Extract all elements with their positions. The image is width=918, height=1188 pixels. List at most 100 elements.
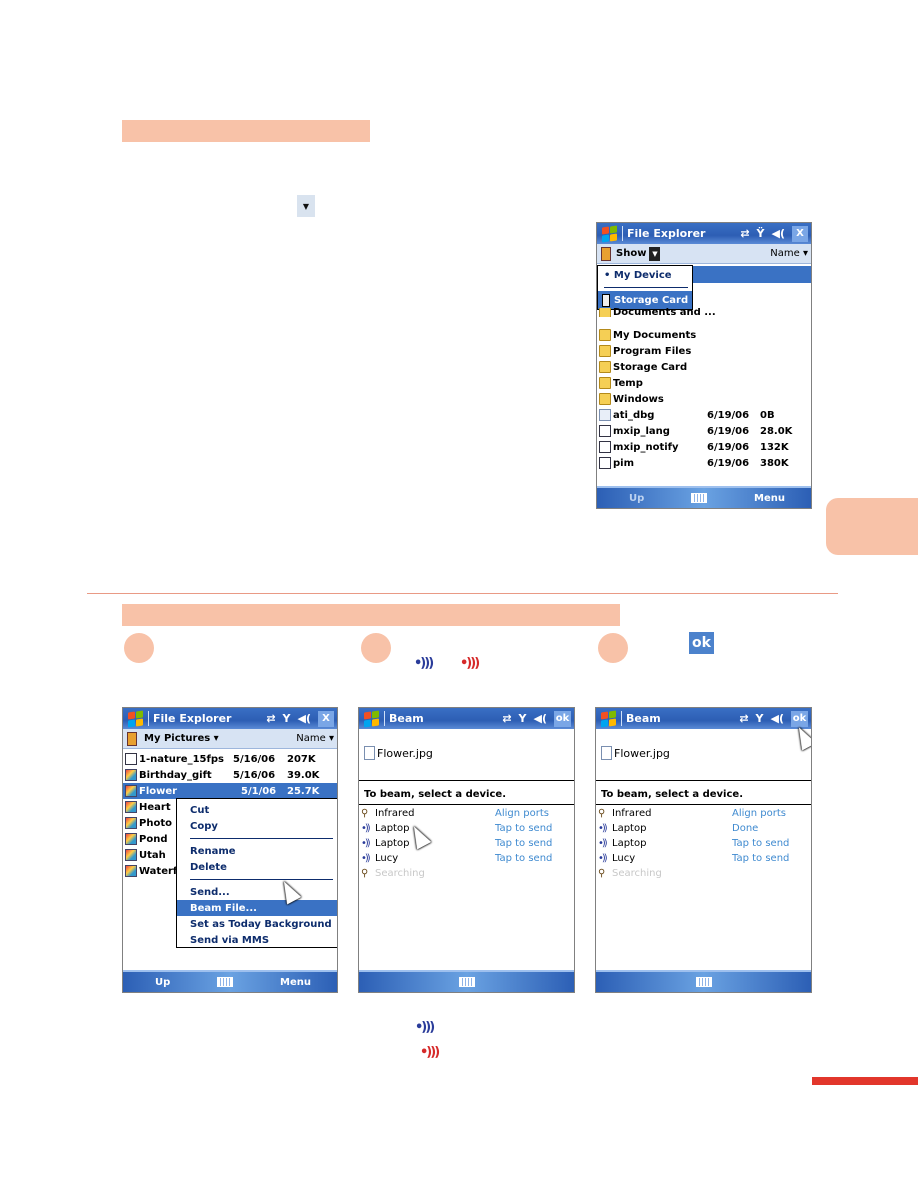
file-list-item[interactable]: Flower 5/1/06 25.7K [123,783,337,799]
volume-icon[interactable]: ◀( [534,712,548,725]
picture-file-icon [125,865,137,877]
title-bar: File Explorer ⇄ Y ◀( X [123,708,337,729]
device-list-item[interactable]: •)) Laptop Tap to send [598,836,811,851]
beam-icon: •)) [361,823,371,834]
file-list-item[interactable]: Birthday_gift 5/16/06 39.0K [123,767,337,783]
media-file-icon [125,753,137,765]
device-list-item[interactable]: ⚲ Infrared Align ports [361,806,574,821]
device-action-link[interactable]: Align ports [495,808,549,819]
keyboard-icon[interactable] [217,977,234,987]
keyboard-icon[interactable] [458,977,475,987]
volume-icon[interactable]: ◀( [771,712,785,725]
device-action-link[interactable]: Done [732,823,758,834]
file-name: ati_dbg [613,409,655,421]
device-list-item[interactable]: •)) Laptop Tap to send [361,836,574,851]
device-action-link[interactable]: Tap to send [732,838,789,849]
menu-item-copy[interactable]: Copy [177,818,337,834]
keyboard-icon[interactable] [691,493,708,503]
windows-start-icon[interactable] [600,225,618,243]
file-list-item[interactable]: Temp [597,375,811,391]
file-name: Utah [139,849,166,861]
windows-start-icon[interactable] [362,710,380,728]
device-name: Infrared [375,808,415,819]
device-list-item[interactable]: •)) Laptop Done [598,821,811,836]
volume-icon[interactable]: ◀( [772,227,786,240]
file-date: 5/16/06 [233,753,276,765]
device-list-item[interactable]: •)) Lucy Tap to send [361,851,574,866]
app-title: File Explorer [627,227,706,240]
beam-red-icon: •))) [460,656,480,671]
sort-dropdown[interactable]: Name ▾ [770,248,808,259]
device-action-link[interactable]: Tap to send [732,853,789,864]
file-list-item[interactable]: mxip_notify 6/19/06 132K [597,439,811,455]
device-list-item[interactable]: •)) Lucy Tap to send [598,851,811,866]
file-name: Temp [613,377,643,389]
up-softkey[interactable]: Up [629,493,644,504]
menu-item-beam-file[interactable]: Beam File... [177,900,337,916]
file-list-item[interactable]: Storage Card [597,359,811,375]
file-list-item[interactable]: ati_dbg 6/19/06 0B [597,407,811,423]
search-icon: ⚲ [598,868,605,879]
close-button[interactable]: X [318,710,334,727]
beam-prompt: To beam, select a device. [601,789,743,800]
search-icon: ⚲ [361,808,368,819]
dropdown-arrow-icon: ▼ [297,195,315,217]
picture-file-icon [125,849,137,861]
soft-key-bar: Up Menu [597,486,811,508]
file-list-item[interactable]: My Documents [597,327,811,343]
volume-icon[interactable]: ◀( [298,712,312,725]
signal-icon[interactable]: Y [283,712,291,725]
sync-icon[interactable]: ⇄ [740,227,749,240]
menu-item-send[interactable]: Send... [177,884,337,900]
beam-screen-step3: Beam ⇄ Y ◀( ok Flower.jpg To beam, selec… [595,707,812,993]
file-list-item[interactable]: Program Files [597,343,811,359]
windows-start-icon[interactable] [126,710,144,728]
show-dropdown-button[interactable]: ▼ [649,246,661,261]
file-list-item[interactable]: 1-nature_15fps 5/16/06 207K [123,751,337,767]
file-list-item[interactable]: Windows [597,391,811,407]
file-list-item[interactable]: Documents and ... [597,308,811,317]
menu-item-send-via-mms[interactable]: Send via MMS [177,932,337,948]
file-name: My Documents [613,329,697,341]
file-list-item[interactable]: mxip_lang 6/19/06 28.0K [597,423,811,439]
folder-dropdown[interactable]: My Pictures ▾ [144,733,219,744]
device-action-link[interactable]: Tap to send [495,823,552,834]
windows-start-icon[interactable] [599,710,617,728]
file-size: 28.0K [760,425,793,437]
device-list-item[interactable]: ⚲ Searching [361,866,574,881]
signal-icon[interactable]: Y [756,712,764,725]
document-icon [599,409,611,421]
menu-item-rename[interactable]: Rename [177,843,337,859]
device-list-item[interactable]: ⚲ Infrared Align ports [598,806,811,821]
device-action-link[interactable]: Tap to send [495,838,552,849]
app-file-icon [599,457,611,469]
device-action-link[interactable]: Tap to send [495,853,552,864]
menu-softkey[interactable]: Menu [280,977,311,988]
beam-icon: •)) [598,853,608,864]
device-list-item[interactable]: •)) Laptop Tap to send [361,821,574,836]
device-action-link[interactable]: Align ports [732,808,786,819]
menu-item-my-device[interactable]: • My Device [598,266,692,284]
file-name: Program Files [613,345,692,357]
file-list-item[interactable]: pim 6/19/06 380K [597,455,811,471]
close-button[interactable]: X [792,225,808,242]
menu-item-set-today-background[interactable]: Set as Today Background [177,916,337,932]
menu-softkey[interactable]: Menu [754,493,785,504]
device-list-item[interactable]: ⚲ Searching [598,866,811,881]
signal-icon[interactable]: Y [519,712,527,725]
menu-item-cut[interactable]: Cut [177,802,337,818]
sync-icon[interactable]: ⇄ [266,712,275,725]
ok-button[interactable]: ok [554,710,571,727]
sort-dropdown[interactable]: Name ▾ [296,733,334,744]
sync-icon[interactable]: ⇄ [739,712,748,725]
signal-off-icon[interactable]: Ÿ [757,227,765,240]
show-menu[interactable]: Show [616,248,646,259]
file-name: Flower.jpg [377,746,433,760]
up-softkey[interactable]: Up [155,977,170,988]
menu-item-storage-card[interactable]: Storage Card [598,291,692,309]
keyboard-icon[interactable] [695,977,712,987]
menu-item-delete[interactable]: Delete [177,859,337,875]
device-icon [127,731,137,746]
folder-icon [599,329,611,341]
sync-icon[interactable]: ⇄ [502,712,511,725]
